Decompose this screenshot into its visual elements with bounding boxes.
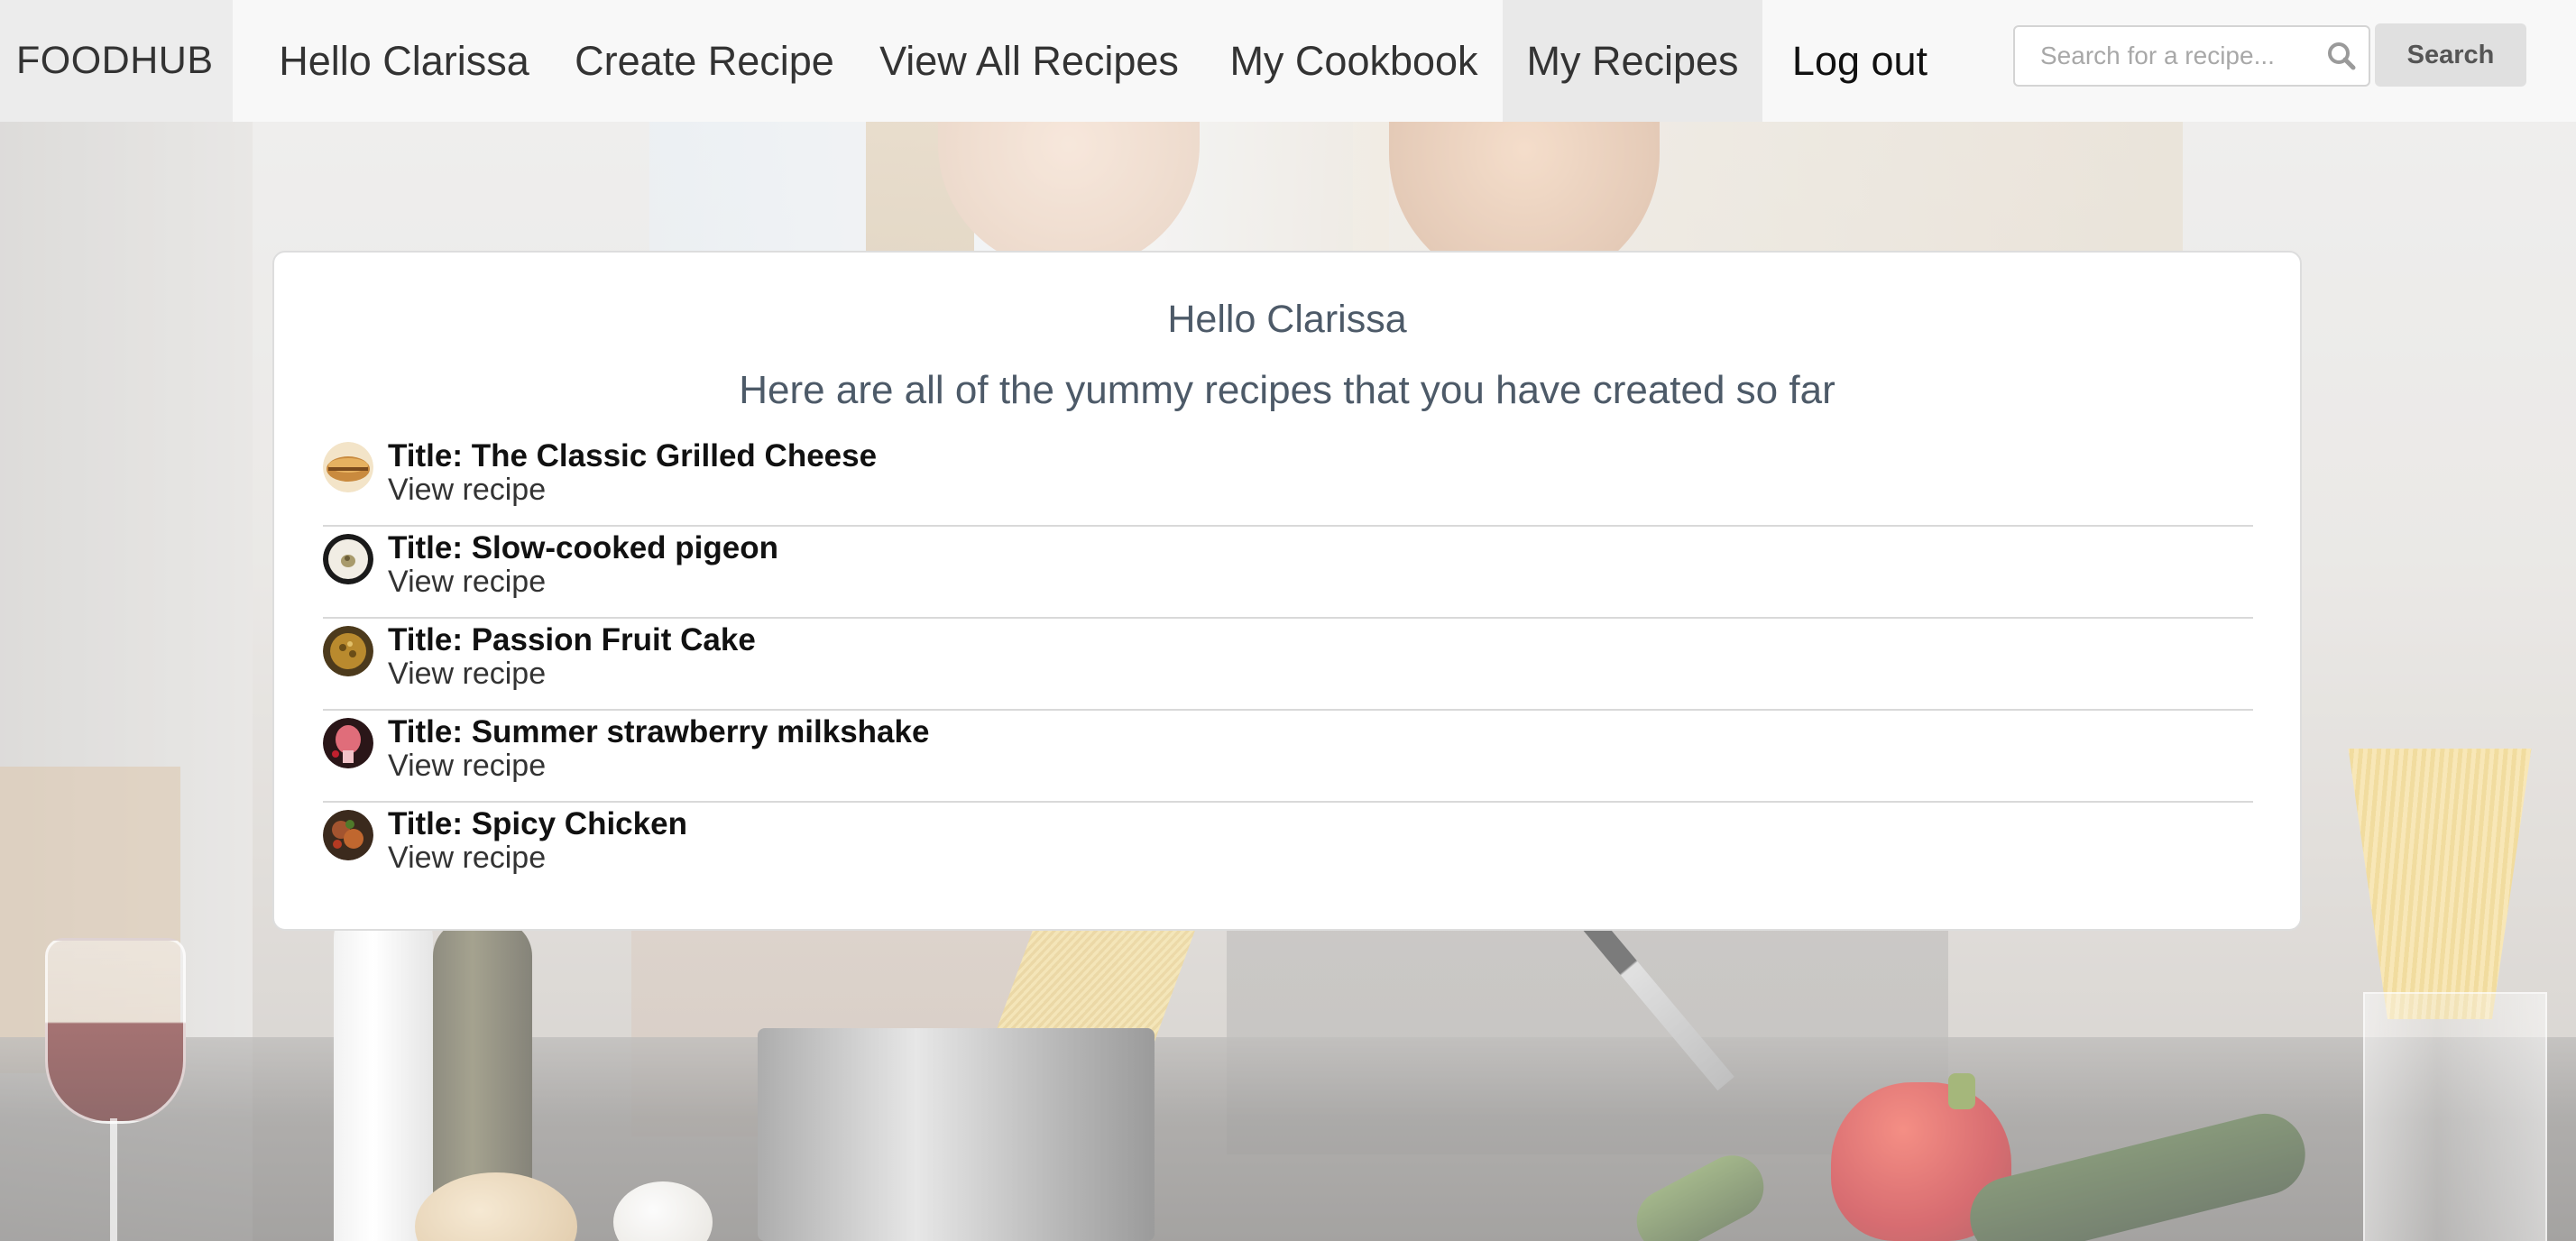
search-button[interactable]: Search xyxy=(2375,23,2526,87)
recipe-title: Title: Spicy Chicken xyxy=(388,806,687,841)
recipe-thumbnail[interactable] xyxy=(323,626,373,676)
recipe-title: Title: The Classic Grilled Cheese xyxy=(388,438,878,473)
recipe-list-item: Title: Spicy Chicken View recipe xyxy=(323,803,2253,895)
brand-text: FOODHUB xyxy=(16,39,214,82)
recipe-title: Title: Passion Fruit Cake xyxy=(388,622,756,657)
nav-item-my-recipes[interactable]: My Recipes xyxy=(1503,0,1762,122)
brand-logo[interactable]: FOODHUB xyxy=(0,0,233,122)
nav-item-view-all-recipes[interactable]: View All Recipes xyxy=(868,0,1191,122)
recipe-thumbnail[interactable] xyxy=(323,442,373,492)
nav-item-create-recipe[interactable]: Create Recipe xyxy=(561,0,848,122)
search-icon xyxy=(2328,42,2356,70)
recipe-thumbnail[interactable] xyxy=(323,718,373,768)
view-recipe-link[interactable]: View recipe xyxy=(388,565,546,600)
my-recipes-card: Hello Clarissa Here are all of the yummy… xyxy=(272,251,2302,931)
view-recipe-link[interactable]: View recipe xyxy=(388,657,546,692)
recipe-list: Title: The Classic Grilled Cheese View r… xyxy=(323,435,2253,895)
recipe-title: Title: Summer strawberry milkshake xyxy=(388,714,930,749)
nav-item-hello-user[interactable]: Hello Clarissa xyxy=(260,0,548,122)
top-navbar: FOODHUB Hello Clarissa Create Recipe Vie… xyxy=(0,0,2576,122)
recipe-list-item: Title: Slow-cooked pigeon View recipe xyxy=(323,527,2253,619)
recipe-title: Title: Slow-cooked pigeon xyxy=(388,530,778,565)
page-subtitle: Here are all of the yummy recipes that y… xyxy=(739,368,1835,412)
view-recipe-link[interactable]: View recipe xyxy=(388,473,546,508)
recipe-list-item: Title: Passion Fruit Cake View recipe xyxy=(323,619,2253,711)
recipe-list-item: Title: Summer strawberry milkshake View … xyxy=(323,711,2253,803)
greeting-heading: Hello Clarissa xyxy=(1167,298,1407,341)
recipe-list-item: Title: The Classic Grilled Cheese View r… xyxy=(323,435,2253,527)
view-recipe-link[interactable]: View recipe xyxy=(388,749,546,784)
recipe-thumbnail[interactable] xyxy=(323,810,373,860)
recipe-thumbnail[interactable] xyxy=(323,534,373,584)
nav-item-my-cookbook[interactable]: My Cookbook xyxy=(1214,0,1494,122)
search-input[interactable] xyxy=(2013,25,2370,87)
nav-item-log-out[interactable]: Log out xyxy=(1779,0,1941,122)
view-recipe-link[interactable]: View recipe xyxy=(388,841,546,876)
